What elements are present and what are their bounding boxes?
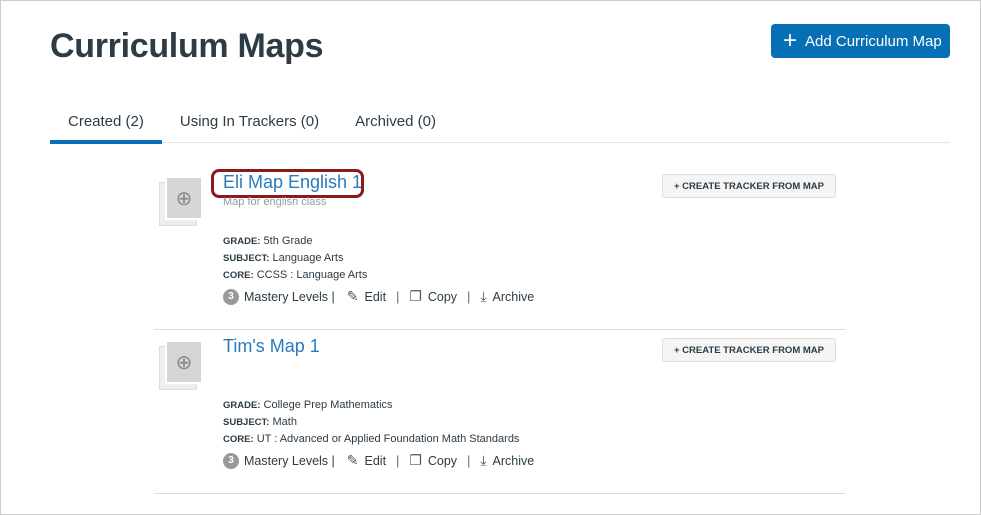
add-curriculum-map-button[interactable]: + Add Curriculum Map — [771, 24, 950, 58]
compass-icon: ⊕ — [165, 340, 203, 384]
mastery-levels-label[interactable]: Mastery Levels | — [244, 454, 335, 468]
mastery-levels-label[interactable]: Mastery Levels | — [244, 290, 335, 304]
map-actions: 3 Mastery Levels | ✎ Edit | ❐ Copy | ⤓ Archiv… — [223, 452, 534, 469]
tab-created[interactable]: Created (2) — [50, 101, 162, 144]
mastery-count-badge: 3 — [223, 288, 239, 305]
subject-row: SUBJECT: Language Arts — [223, 252, 344, 264]
compass-icon: ⊕ — [165, 176, 203, 220]
core-row: CORE: CCSS : Language Arts — [223, 269, 368, 281]
map-description: Map for english class — [223, 196, 327, 208]
copy-link[interactable]: Copy — [428, 454, 457, 468]
copy-link[interactable]: Copy — [428, 290, 457, 304]
plus-icon: + — [783, 27, 798, 54]
subject-row: SUBJECT: Math — [223, 416, 297, 428]
map-actions: 3 Mastery Levels | ✎ Edit | ❐ Copy | ⤓ Archiv… — [223, 288, 534, 305]
copy-icon: ❐ — [409, 288, 422, 304]
grade-row: GRADE: College Prep Mathematics — [223, 399, 393, 411]
map-thumbnail: ⊕ — [159, 340, 203, 390]
mastery-count-badge: 3 — [223, 452, 239, 469]
pencil-icon: ✎ — [346, 288, 359, 304]
edit-link[interactable]: Edit — [365, 454, 387, 468]
tab-bar: Created (2) Using In Trackers (0) Archiv… — [50, 101, 950, 144]
archive-icon: ⤓ — [480, 452, 487, 468]
page-title: Curriculum Maps — [50, 27, 324, 65]
archive-link[interactable]: Archive — [493, 454, 535, 468]
map-card: ⊕ Tim's Map 1 GRADE: College Prep Mathem… — [154, 330, 845, 494]
pencil-icon: ✎ — [346, 452, 359, 468]
copy-icon: ❐ — [409, 452, 422, 468]
add-button-label: Add Curriculum Map — [805, 32, 942, 50]
core-row: CORE: UT : Advanced or Applied Foundatio… — [223, 433, 520, 445]
create-tracker-button[interactable]: + CREATE TRACKER FROM MAP — [662, 174, 836, 198]
archive-link[interactable]: Archive — [493, 290, 535, 304]
map-thumbnail: ⊕ — [159, 176, 203, 226]
grade-row: GRADE: 5th Grade — [223, 235, 313, 247]
create-tracker-button[interactable]: + CREATE TRACKER FROM MAP — [662, 338, 836, 362]
map-name-link[interactable]: Eli Map English 1 — [223, 172, 362, 193]
map-name-link[interactable]: Tim's Map 1 — [223, 336, 320, 357]
archive-icon: ⤓ — [480, 288, 487, 304]
edit-link[interactable]: Edit — [365, 290, 387, 304]
tab-archived[interactable]: Archived (0) — [337, 101, 454, 143]
tab-using-in-trackers[interactable]: Using In Trackers (0) — [162, 101, 337, 143]
map-card: ⊕ Eli Map English 1 Map for english clas… — [154, 166, 845, 330]
